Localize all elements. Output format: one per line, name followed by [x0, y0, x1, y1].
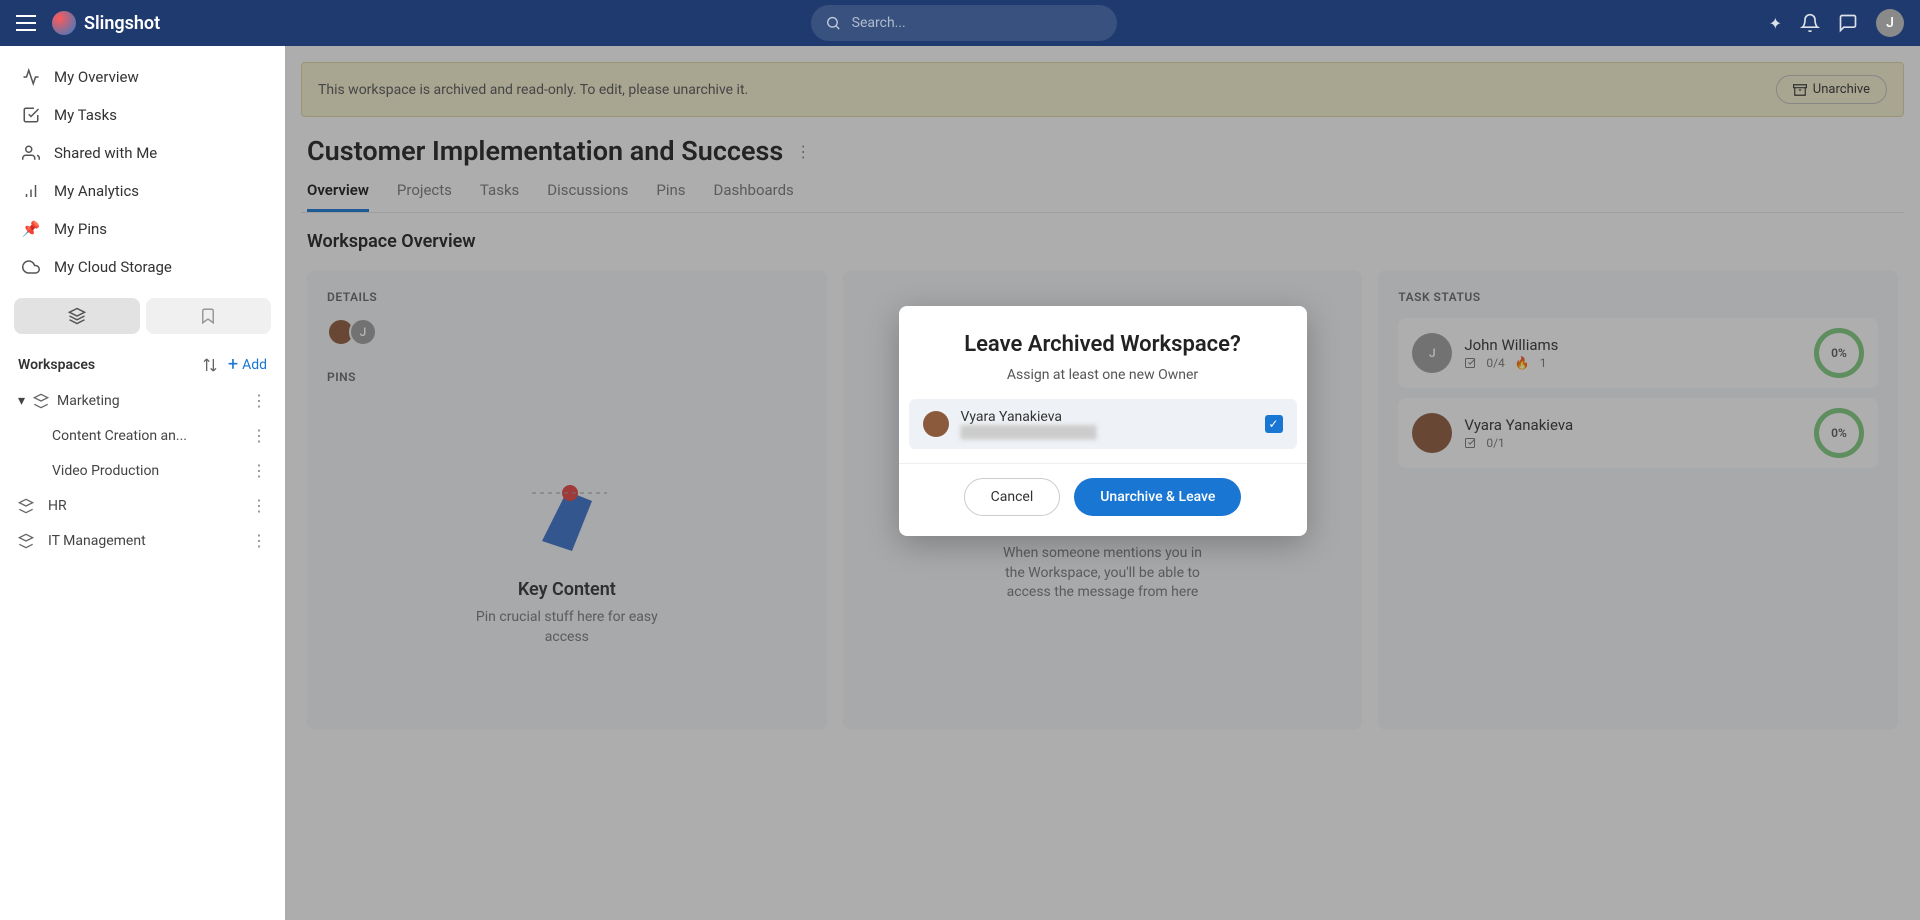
- workspace-content-creation[interactable]: Content Creation an...⋮: [8, 418, 277, 453]
- more-icon[interactable]: ⋮: [251, 426, 267, 445]
- more-icon[interactable]: ⋮: [251, 391, 267, 410]
- nav-cloud[interactable]: My Cloud Storage: [8, 248, 277, 286]
- more-icon[interactable]: ⋮: [251, 531, 267, 550]
- search-icon: [825, 14, 841, 32]
- modal-backdrop[interactable]: Leave Archived Workspace? Assign at leas…: [285, 46, 1920, 920]
- more-icon[interactable]: ⋮: [251, 461, 267, 480]
- owner-checkbox[interactable]: ✓: [1265, 415, 1283, 433]
- add-workspace[interactable]: +Add: [228, 354, 267, 375]
- leave-workspace-modal: Leave Archived Workspace? Assign at leas…: [899, 306, 1307, 536]
- sort-icon[interactable]: [202, 357, 218, 373]
- brand-name: Slingshot: [84, 13, 160, 34]
- owner-name: Vyara Yanakieva: [961, 409, 1253, 425]
- app-header: Slingshot ✦ J: [0, 0, 1920, 46]
- chat-icon[interactable]: [1838, 13, 1858, 33]
- owner-option[interactable]: Vyara Yanakieva ████████████████ ✓: [909, 399, 1297, 449]
- workspace-video-production[interactable]: Video Production⋮: [8, 453, 277, 488]
- menu-icon[interactable]: [16, 15, 36, 31]
- nav-shared[interactable]: Shared with Me: [8, 134, 277, 172]
- nav-my-overview[interactable]: My Overview: [8, 58, 277, 96]
- plus-icon: +: [228, 354, 238, 375]
- workspace-marketing[interactable]: ▾ Marketing ⋮: [8, 383, 277, 418]
- layers-icon: [33, 393, 49, 409]
- workspace-hr[interactable]: HR⋮: [8, 488, 277, 523]
- unarchive-leave-button[interactable]: Unarchive & Leave: [1074, 478, 1241, 516]
- search-input[interactable]: [852, 15, 1104, 31]
- check-square-icon: [22, 106, 40, 124]
- layers-icon: [18, 498, 34, 514]
- workspaces-heading: Workspaces: [18, 357, 95, 373]
- workspace-it[interactable]: IT Management⋮: [8, 523, 277, 558]
- sparkle-icon[interactable]: ✦: [1769, 14, 1782, 33]
- sidebar: My Overview My Tasks Shared with Me My A…: [0, 46, 285, 920]
- bell-icon[interactable]: [1800, 13, 1820, 33]
- owner-email: ████████████████: [961, 425, 1253, 439]
- nav-analytics[interactable]: My Analytics: [8, 172, 277, 210]
- modal-subtitle: Assign at least one new Owner: [899, 367, 1307, 399]
- layers-icon: [68, 307, 86, 325]
- tab-workspaces[interactable]: [14, 298, 140, 334]
- bookmark-icon: [199, 307, 217, 325]
- more-icon[interactable]: ⋮: [251, 496, 267, 515]
- nav-pins[interactable]: 📌My Pins: [8, 210, 277, 248]
- users-icon: [22, 144, 40, 162]
- search-box[interactable]: [811, 5, 1117, 41]
- avatar: [923, 411, 949, 437]
- main-content: This workspace is archived and read-only…: [285, 46, 1920, 920]
- activity-icon: [22, 68, 40, 86]
- logo-icon: [52, 11, 76, 35]
- bar-chart-icon: [22, 182, 40, 200]
- pin-icon: 📌: [22, 220, 40, 238]
- brand[interactable]: Slingshot: [52, 11, 160, 35]
- cloud-icon: [22, 258, 40, 276]
- user-avatar[interactable]: J: [1876, 9, 1904, 37]
- modal-title: Leave Archived Workspace?: [899, 306, 1307, 367]
- cancel-button[interactable]: Cancel: [964, 478, 1061, 516]
- nav-my-tasks[interactable]: My Tasks: [8, 96, 277, 134]
- chevron-down-icon: ▾: [18, 393, 25, 409]
- tab-bookmarks[interactable]: [146, 298, 272, 334]
- layers-icon: [18, 533, 34, 549]
